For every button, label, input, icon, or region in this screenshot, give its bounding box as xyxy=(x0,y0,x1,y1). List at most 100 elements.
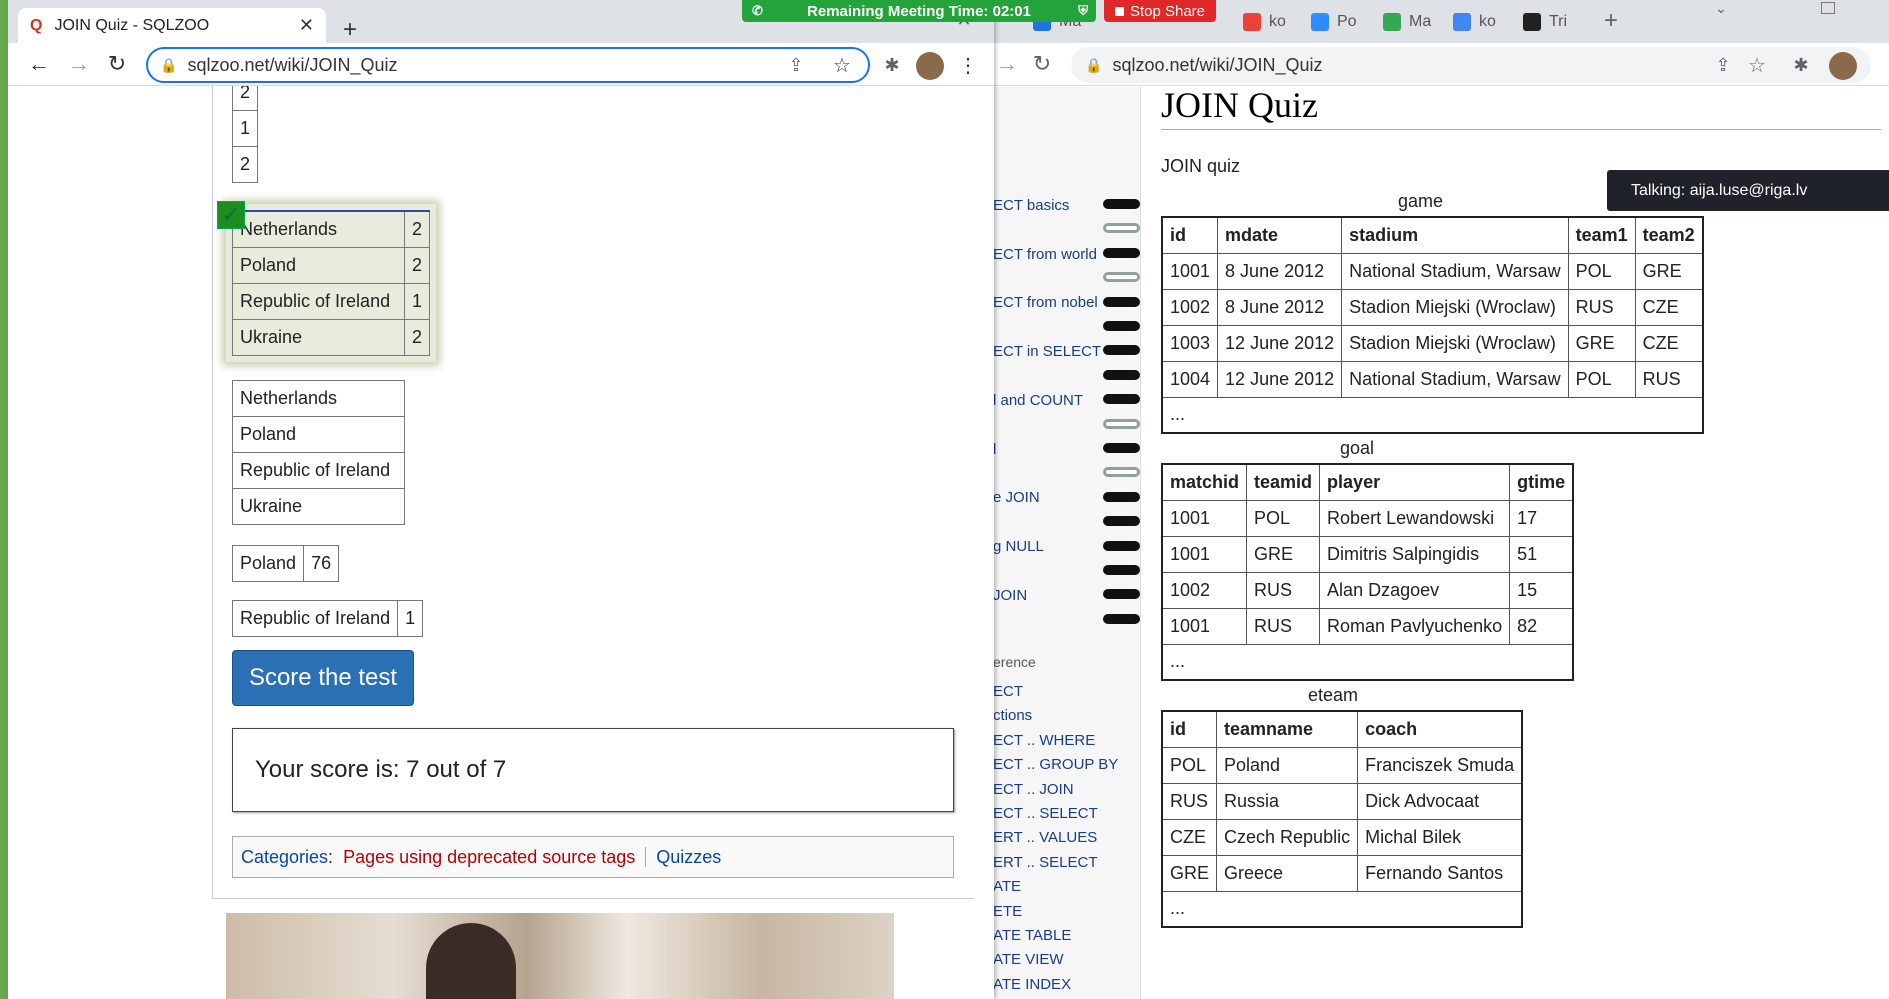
score-test-button[interactable]: Score the test xyxy=(232,650,414,706)
nav-item-select-nobel[interactable]: ECT from nobel xyxy=(993,294,1098,311)
eteam-header: teamname xyxy=(1216,710,1359,748)
nav-item-select-world[interactable]: ECT from world xyxy=(993,246,1097,263)
right-tab-3[interactable]: Ma xyxy=(1383,10,1431,34)
table-row: CZE Czech Republic Michal Bilek xyxy=(1161,818,1523,856)
avatar[interactable] xyxy=(1829,52,1857,80)
progress-pill[interactable] xyxy=(1103,540,1140,551)
progress-pill[interactable] xyxy=(1103,369,1140,380)
progress-pill[interactable] xyxy=(1103,394,1140,405)
answer-option-names[interactable]: Netherlands Poland Republic of Ireland U… xyxy=(232,380,405,525)
goal-cell: 82 xyxy=(1509,607,1574,645)
right-toolbar: → ↻ 🔒 sqlzoo.net/wiki/JOIN_Quiz ⇪ ☆ ✱ xyxy=(993,43,1889,86)
reference-link[interactable]: ATE VIEW xyxy=(993,951,1064,968)
game-cell: RUS xyxy=(1567,288,1636,326)
nav-item-using-null[interactable]: g NULL xyxy=(993,538,1044,555)
progress-pill[interactable] xyxy=(1103,491,1140,502)
game-cell: POL xyxy=(1567,252,1636,290)
table-row: POL Poland Franciszek Smuda xyxy=(1161,746,1523,784)
category-deprecated-link[interactable]: Pages using deprecated source tags xyxy=(343,847,635,868)
table-cell: 2 xyxy=(403,318,431,356)
table-cell: 1 xyxy=(231,110,259,147)
table-cell: Ukraine xyxy=(232,318,405,356)
new-tab-icon[interactable]: + xyxy=(1598,7,1624,34)
share-icon[interactable]: ⇪ xyxy=(784,53,808,77)
right-tab-1[interactable]: ko xyxy=(1243,10,1286,34)
nav-item-self-join[interactable]: JOIN xyxy=(993,587,1027,604)
share-icon[interactable]: ⇪ xyxy=(1711,53,1735,77)
chevron-down-icon[interactable]: ⌄ xyxy=(1711,0,1731,16)
goal-cell: GRE xyxy=(1246,535,1321,573)
eteam-ellipsis: ... xyxy=(1161,890,1523,928)
back-icon[interactable]: ← xyxy=(26,51,52,77)
nav-item-sum-count[interactable]: l and COUNT xyxy=(993,392,1083,409)
table-row: Ukraine 2 xyxy=(232,318,431,356)
progress-pill[interactable] xyxy=(1103,589,1140,600)
correct-answer-option[interactable]: Netherlands 2 Poland 2 Republic of Ireland… xyxy=(226,204,437,362)
stop-share-button[interactable]: Stop Share xyxy=(1104,0,1216,22)
eteam-cell: Czech Republic xyxy=(1216,818,1359,856)
progress-pill[interactable] xyxy=(1103,467,1140,478)
tab-join-quiz[interactable]: Q JOIN Quiz - SQLZOO ✕ xyxy=(18,8,326,43)
nav-item-select-in-select[interactable]: ECT in SELECT xyxy=(993,343,1101,360)
category-quizzes-link[interactable]: Quizzes xyxy=(656,847,721,868)
game-header: mdate xyxy=(1217,216,1343,254)
eteam-caption: eteam xyxy=(1308,685,1359,705)
goal-header: gtime xyxy=(1509,463,1574,501)
goal-header: matchid xyxy=(1161,463,1248,501)
reference-link[interactable]: ERT .. SELECT xyxy=(993,854,1097,871)
reference-link[interactable]: ECT xyxy=(993,683,1023,700)
progress-pill[interactable] xyxy=(1103,613,1140,624)
answer-option-poland[interactable]: Poland 76 xyxy=(231,545,340,582)
eteam-cell: Greece xyxy=(1216,854,1359,892)
right-tab-2[interactable]: Po xyxy=(1311,10,1357,34)
answer-option-ireland[interactable]: Republic of Ireland 1 xyxy=(231,600,424,637)
categories-link[interactable]: Categories xyxy=(241,847,328,868)
star-icon[interactable]: ☆ xyxy=(1745,53,1769,77)
menu-icon[interactable]: ⋮ xyxy=(958,53,978,77)
progress-pill[interactable] xyxy=(1103,418,1140,429)
extensions-icon[interactable]: ✱ xyxy=(880,53,904,77)
intro-text: JOIN quiz xyxy=(1161,156,1241,176)
forward-icon[interactable]: → xyxy=(995,51,1019,77)
table-row: 1001 8 June 2012 National Stadium, Warsaw P… xyxy=(1161,252,1704,290)
reload-icon[interactable]: ↻ xyxy=(104,51,130,77)
reference-link[interactable]: ctions xyxy=(993,707,1032,724)
progress-pill[interactable] xyxy=(1103,223,1140,234)
reference-link[interactable]: ECT .. GROUP BY xyxy=(993,756,1118,773)
progress-pill[interactable] xyxy=(1103,296,1140,307)
right-tab-5[interactable]: Tri xyxy=(1523,10,1567,34)
reference-link[interactable]: ERT .. VALUES xyxy=(993,829,1097,846)
reference-link[interactable]: ATE TABLE xyxy=(993,927,1071,944)
forward-icon[interactable]: → xyxy=(66,51,92,77)
left-address-bar[interactable]: 🔒 sqlzoo.net/wiki/JOIN_Quiz xyxy=(146,47,870,83)
reload-icon[interactable]: ↻ xyxy=(1029,51,1055,77)
maximize-icon[interactable] xyxy=(1821,2,1835,14)
reference-link[interactable]: ATE xyxy=(993,878,1021,895)
reference-link[interactable]: ECT .. SELECT xyxy=(993,805,1098,822)
reference-link[interactable]: ETE xyxy=(993,903,1022,920)
lock-icon: 🔒 xyxy=(160,56,178,73)
progress-pill[interactable] xyxy=(1103,321,1140,331)
close-icon[interactable]: ✕ xyxy=(299,15,314,36)
star-icon[interactable]: ☆ xyxy=(830,53,854,77)
progress-pill[interactable] xyxy=(1103,247,1140,258)
reference-link[interactable]: ECT .. JOIN xyxy=(993,781,1074,798)
reference-link[interactable]: ATE INDEX xyxy=(993,976,1071,993)
progress-pill[interactable] xyxy=(1103,345,1140,356)
reference-link[interactable]: ECT .. WHERE xyxy=(993,732,1095,749)
nav-item-more-join[interactable]: e JOIN xyxy=(993,489,1040,506)
progress-pill[interactable] xyxy=(1103,199,1140,209)
progress-pill[interactable] xyxy=(1103,516,1140,527)
progress-pill[interactable] xyxy=(1103,443,1140,453)
avatar[interactable] xyxy=(916,52,944,80)
goal-caption: goal xyxy=(1340,438,1375,458)
table-row: 2 xyxy=(231,146,259,183)
new-tab-icon[interactable]: + xyxy=(336,16,364,44)
right-tab-4[interactable]: ko xyxy=(1453,10,1496,34)
eteam-header: coach xyxy=(1357,710,1523,748)
nav-item-select-basics[interactable]: ECT basics xyxy=(993,197,1069,214)
extensions-icon[interactable]: ✱ xyxy=(1789,53,1813,77)
game-cell: GRE xyxy=(1634,252,1704,290)
progress-pill[interactable] xyxy=(1103,272,1140,283)
progress-pill[interactable] xyxy=(1103,565,1140,575)
